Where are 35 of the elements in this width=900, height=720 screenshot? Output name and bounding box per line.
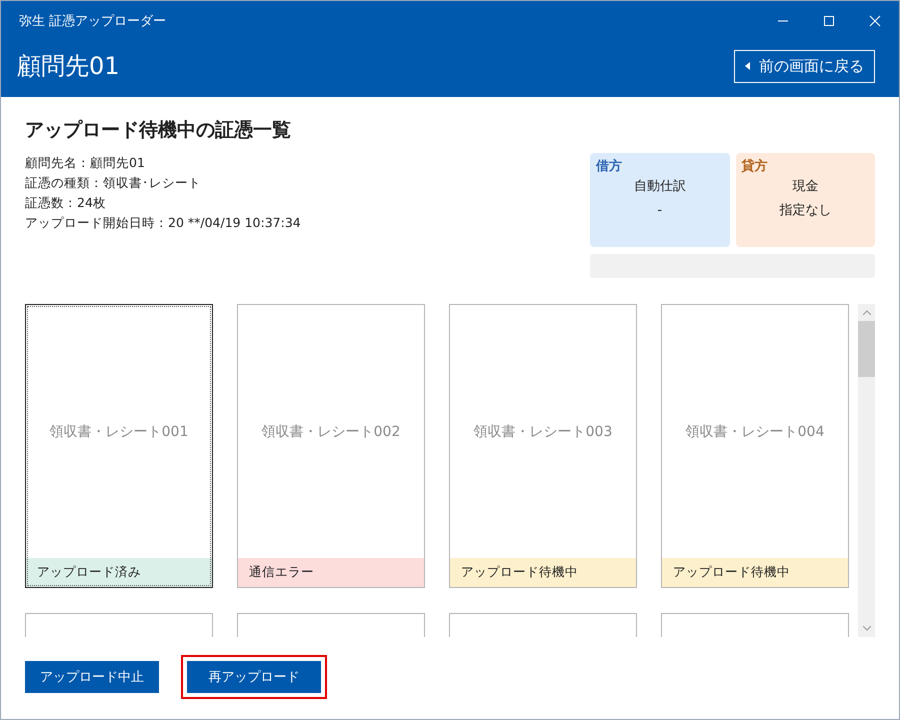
- journal-value: 現金: [792, 178, 818, 196]
- receipt-card[interactable]: 領収書・レシート004 アップロード待機中: [661, 304, 849, 588]
- client-title: 顧問先01: [17, 51, 120, 82]
- scrollbar-thumb[interactable]: [858, 321, 875, 377]
- info-line: 証憑数：24枚: [25, 194, 107, 212]
- info-line: 証憑の種類：領収書･レシート: [25, 174, 202, 192]
- action-button[interactable]: 再アップロード: [187, 661, 321, 693]
- window-title: 弥生 証憑アップローダー: [19, 13, 166, 30]
- journal-value: -: [657, 202, 662, 220]
- receipt-card[interactable]: 領収書・レシート003 アップロード待機中: [449, 304, 637, 588]
- close-icon[interactable]: [869, 15, 881, 27]
- action-button[interactable]: アップロード中止: [25, 661, 159, 693]
- back-button[interactable]: 前の画面に戻る: [734, 50, 875, 82]
- receipt-label: 領収書・レシート001: [48, 422, 190, 442]
- receipt-label: 領収書・レシート003: [472, 422, 614, 442]
- receipt-label: 領収書・レシート004: [684, 422, 826, 442]
- status-label: アップロード待機中: [450, 558, 636, 587]
- caret-icon: [745, 62, 750, 70]
- info-line: アップロード開始日時：20 **/04/19 10:37:34: [25, 214, 301, 232]
- section-title: アップロード待機中の証憑一覧: [25, 118, 292, 143]
- scroll-down-icon[interactable]: [862, 626, 870, 631]
- journal-heading: 借方: [596, 158, 622, 175]
- scroll-up-icon[interactable]: [862, 310, 870, 315]
- status-label: 通信エラー: [238, 558, 424, 587]
- scrollbar[interactable]: [858, 304, 875, 637]
- journal-heading: 貸方: [742, 158, 768, 175]
- info-line: 顧問先名：顧問先01: [25, 154, 146, 172]
- status-label: アップロード済み: [26, 558, 212, 587]
- receipt-card[interactable]: 領収書・レシート002 通信エラー: [237, 304, 425, 588]
- journal-value: 自動仕訳: [634, 178, 686, 196]
- journal-value: 指定なし: [779, 202, 832, 220]
- receipt-card[interactable]: 領収書・レシート001 アップロード済み: [25, 304, 213, 588]
- maximize-icon[interactable]: [823, 15, 835, 27]
- status-label: アップロード待機中: [662, 558, 848, 587]
- receipt-label: 領収書・レシート002: [260, 422, 402, 442]
